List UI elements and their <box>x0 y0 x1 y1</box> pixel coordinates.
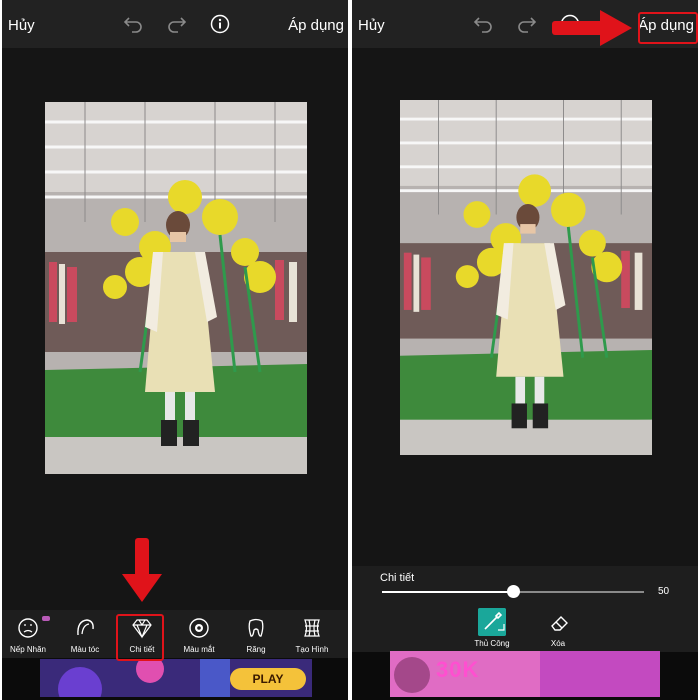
red-arrow-down-icon <box>122 538 162 602</box>
cancel-button[interactable]: Hủy <box>358 17 385 35</box>
tool-label: Màu tóc <box>70 645 100 654</box>
slider-fill <box>382 591 513 593</box>
tool-bar: Nếp Nhăn Màu tóc Chi tiết Màu mắt Răng T… <box>2 610 348 658</box>
wrinkle-face-icon <box>18 618 38 638</box>
mode-label: Thủ Công <box>474 639 510 648</box>
left-editor-screen: Hủy Áp dụng Nếp Nhăn Màu tóc Chi tiết Mà… <box>2 0 348 700</box>
red-arrow-right-icon <box>552 10 632 46</box>
mode-erase[interactable]: Xóa <box>536 608 580 648</box>
new-badge <box>42 616 50 621</box>
slider-label: Chi tiết <box>380 572 415 584</box>
reshape-icon <box>304 619 320 637</box>
highlight-detail-tool <box>116 614 164 661</box>
eraser-icon <box>551 616 568 631</box>
mode-manual[interactable]: Thủ Công <box>470 608 514 648</box>
tool-label: Răng <box>246 645 266 654</box>
highlight-apply-button <box>638 12 698 44</box>
tool-hair-color[interactable]: Màu tóc <box>59 610 111 658</box>
eye-color-icon <box>189 618 209 638</box>
tool-label: Nếp Nhăn <box>9 645 47 654</box>
ad-play-button[interactable]: PLAY <box>230 668 306 690</box>
edited-photo <box>45 102 307 474</box>
top-bar: Hủy Áp dụng <box>2 0 348 48</box>
cancel-button[interactable]: Hủy <box>8 17 35 35</box>
brush-icon <box>478 608 506 636</box>
hair-color-icon <box>77 619 94 636</box>
tool-teeth[interactable]: Răng <box>230 610 282 658</box>
ad-banner[interactable]: PLAY <box>40 659 312 697</box>
slider-value: 50 <box>658 586 670 597</box>
detail-panel: Chi tiết 50 Thủ Công Xóa <box>352 566 698 652</box>
right-editor-screen: Hủy Áp dụng Chi tiết 50 Thủ Công Xóa 30K <box>352 0 698 700</box>
tool-label: Màu mắt <box>183 645 215 654</box>
ad-text: 30K <box>436 657 480 682</box>
undo-icon[interactable] <box>122 15 144 38</box>
info-icon[interactable] <box>210 14 230 39</box>
tool-reshape[interactable]: Tạo Hình <box>286 610 338 658</box>
tool-eye-color[interactable]: Màu mắt <box>173 610 225 658</box>
ad-banner[interactable]: 30K <box>390 651 660 697</box>
tooth-icon <box>248 618 264 637</box>
mode-label: Xóa <box>550 639 566 648</box>
redo-icon[interactable] <box>166 15 188 38</box>
ad-artwork <box>390 651 660 697</box>
slider-knob[interactable] <box>507 585 520 598</box>
detail-slider[interactable] <box>382 585 644 598</box>
tool-label: Tạo Hình <box>295 645 329 654</box>
apply-button[interactable]: Áp dụng <box>288 17 344 35</box>
edited-photo <box>400 100 652 455</box>
undo-icon[interactable] <box>472 15 494 38</box>
redo-icon[interactable] <box>516 15 538 38</box>
